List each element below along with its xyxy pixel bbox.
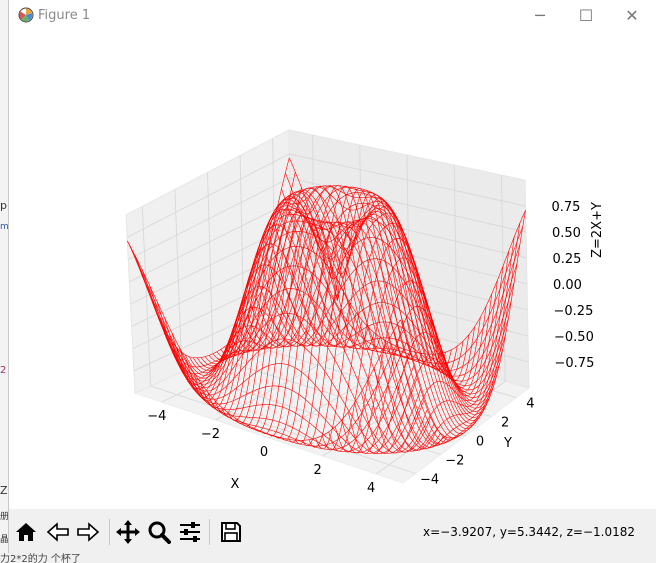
x-tick-label: −4 (147, 409, 166, 424)
background-fragment: p (0, 199, 7, 212)
configure-subplots-icon (180, 522, 200, 542)
z-tick-label: −0.50 (554, 330, 594, 345)
x-axis-label: X (231, 477, 240, 492)
background-bottom-strip: 力2*2的力 个杯了 (0, 553, 656, 563)
zoom-icon (148, 521, 171, 544)
window-title: Figure 1 (38, 8, 91, 23)
pan-button[interactable] (113, 517, 143, 547)
y-tick-label: 4 (526, 397, 534, 412)
background-fragment: Z (0, 484, 8, 497)
title-bar[interactable]: Figure 1 ─ ☐ ✕ (9, 0, 656, 31)
x-tick-label: −2 (201, 427, 220, 442)
forward-button[interactable] (73, 517, 103, 547)
background-fragment: 2 (0, 365, 7, 376)
y-tick-label: −4 (420, 473, 439, 488)
y-tick-label: 0 (476, 435, 484, 450)
background-app-strip (0, 0, 8, 563)
save-button[interactable] (216, 517, 246, 547)
maximize-button[interactable]: ☐ (563, 0, 609, 31)
z-tick-label: 0.50 (552, 226, 581, 241)
navigation-toolbar: x=−3.9207, y=5.3442, z=−1.0182 (9, 509, 656, 553)
zoom-button[interactable] (144, 517, 174, 547)
z-axis-label: Z=2X+Y (590, 202, 605, 258)
back-button[interactable] (43, 517, 73, 547)
minimize-icon: ─ (535, 6, 545, 25)
maximize-icon: ☐ (578, 6, 594, 25)
figure-window: Figure 1 ─ ☐ ✕ −4 −2 0 2 4 −4 −2 0 2 4 0.75 0.50 0.2… (8, 0, 656, 553)
toolbar-separator (109, 519, 110, 545)
y-tick-label: −2 (445, 454, 464, 469)
home-button[interactable] (11, 517, 41, 547)
home-icon (16, 523, 36, 541)
pan-icon (116, 520, 140, 544)
background-fragment: 力2*2的力 个杯了 (0, 554, 81, 563)
axes-panes (125, 129, 531, 484)
z-tick-label: 0.00 (553, 278, 582, 293)
z-tick-label: 0.25 (553, 252, 582, 267)
close-button[interactable]: ✕ (609, 0, 655, 31)
configure-subplots-button[interactable] (175, 517, 205, 547)
close-icon: ✕ (625, 6, 639, 25)
x-tick-label: 2 (313, 463, 321, 478)
3d-axes[interactable]: −4 −2 0 2 4 −4 −2 0 2 4 0.75 0.50 0.25 0.00 −0.25 −0.50… (9, 31, 656, 509)
z-tick-label: 0.75 (552, 200, 581, 215)
figure-canvas[interactable]: −4 −2 0 2 4 −4 −2 0 2 4 0.75 0.50 0.25 0.00 −0.25 −0.50… (9, 31, 656, 509)
back-icon (46, 522, 69, 542)
z-tick-label: −0.75 (555, 356, 595, 371)
minimize-button[interactable]: ─ (517, 0, 563, 31)
cursor-coordinates: x=−3.9207, y=5.3442, z=−1.0182 (423, 525, 635, 539)
z-tick-label: −0.25 (554, 304, 594, 319)
x-tick-label: 4 (367, 481, 375, 496)
forward-icon (77, 522, 100, 542)
y-tick-label: 2 (501, 416, 509, 431)
matplotlib-logo-icon (18, 7, 34, 23)
save-icon (221, 522, 241, 542)
y-axis-label: Y (503, 436, 512, 451)
toolbar-separator (209, 519, 210, 545)
x-tick-label: 0 (260, 445, 268, 460)
